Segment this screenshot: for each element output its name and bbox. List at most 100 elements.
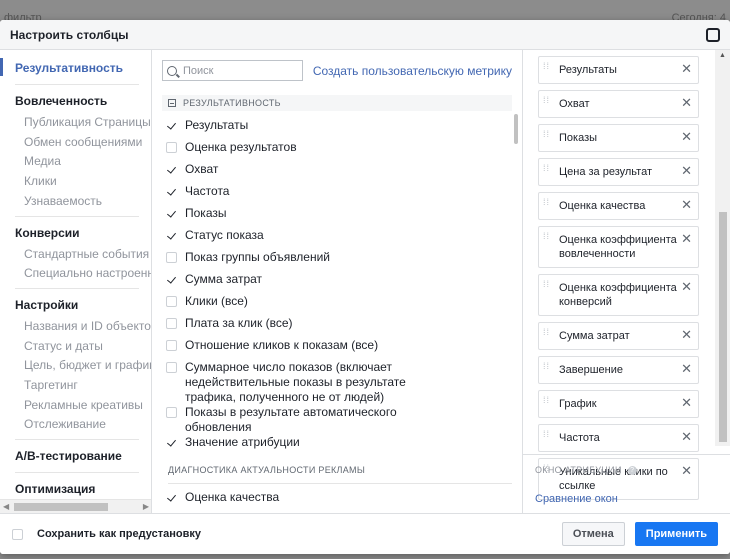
selected-column-item[interactable]: ⁞⁞ Результаты ✕ <box>538 56 699 84</box>
selected-column-item[interactable]: ⁞⁞ Завершение ✕ <box>538 356 699 384</box>
metric-checkbox[interactable] <box>166 186 177 197</box>
selected-column-item[interactable]: ⁞⁞ Частота ✕ <box>538 424 699 452</box>
metric-checkbox[interactable] <box>166 208 177 219</box>
scroll-right-icon[interactable]: ▶ <box>143 502 149 511</box>
nav-item[interactable]: Отслеживание <box>0 415 151 435</box>
metric-option[interactable]: Отношение кликов к показам (все) <box>166 338 522 360</box>
nav-section[interactable]: Конверсии <box>0 221 151 245</box>
remove-icon[interactable]: ✕ <box>681 96 692 109</box>
nav-section[interactable]: Вовлеченность <box>0 89 151 113</box>
compare-windows-link[interactable]: Сравнение окон <box>535 493 730 505</box>
nav-item[interactable]: Стандартные события <box>0 245 151 265</box>
metric-option[interactable]: Значение атрибуции <box>166 435 522 457</box>
metric-checkbox[interactable] <box>166 362 177 373</box>
scroll-up-icon[interactable]: ▲ <box>719 52 726 59</box>
collapse-icon[interactable] <box>168 99 176 107</box>
nav-section[interactable]: Результативность <box>0 56 151 80</box>
drag-handle-icon[interactable]: ⁞⁞ <box>543 396 551 405</box>
selected-column-item[interactable]: ⁞⁞ Охват ✕ <box>538 90 699 118</box>
remove-icon[interactable]: ✕ <box>681 280 692 293</box>
remove-icon[interactable]: ✕ <box>681 396 692 409</box>
metric-checkbox[interactable] <box>166 437 177 448</box>
nav-item[interactable]: Статус и даты <box>0 337 151 357</box>
metric-checkbox[interactable] <box>166 142 177 153</box>
nav-item[interactable]: Медиа <box>0 152 151 172</box>
drag-handle-icon[interactable]: ⁞⁞ <box>543 430 551 439</box>
selected-column-item[interactable]: ⁞⁞ Показы ✕ <box>538 124 699 152</box>
selected-column-item[interactable]: ⁞⁞ Сумма затрат ✕ <box>538 322 699 350</box>
drag-handle-icon[interactable]: ⁞⁞ <box>543 198 551 207</box>
drag-handle-icon[interactable]: ⁞⁞ <box>543 362 551 371</box>
metric-checkbox[interactable] <box>166 296 177 307</box>
scroll-left-icon[interactable]: ◀ <box>3 502 9 511</box>
remove-icon[interactable]: ✕ <box>681 328 692 341</box>
metric-checkbox[interactable] <box>166 252 177 263</box>
metric-checkbox[interactable] <box>166 274 177 285</box>
scrollbar-thumb[interactable] <box>719 212 727 442</box>
nav-section[interactable]: Оптимизация <box>0 477 151 501</box>
nav-horizontal-scrollbar[interactable]: ◀ ▶ <box>0 499 151 513</box>
nav-item[interactable]: Клики <box>0 172 151 192</box>
drag-handle-icon[interactable]: ⁞⁞ <box>543 130 551 139</box>
save-preset-checkbox[interactable] <box>12 528 23 540</box>
metric-option[interactable]: Частота <box>166 184 522 206</box>
nav-item[interactable]: Специально настроенные <box>0 264 151 284</box>
nav-item[interactable]: Обмен сообщениями <box>0 133 151 153</box>
selected-column-item[interactable]: ⁞⁞ График ✕ <box>538 390 699 418</box>
remove-icon[interactable]: ✕ <box>681 164 692 177</box>
drag-handle-icon[interactable]: ⁞⁞ <box>543 328 551 337</box>
selected-columns-scrollbar[interactable]: ▲ <box>715 50 730 446</box>
remove-icon[interactable]: ✕ <box>681 430 692 443</box>
metric-checkbox[interactable] <box>166 318 177 329</box>
scrollbar-thumb[interactable] <box>14 503 108 511</box>
group-header-performance[interactable]: РЕЗУЛЬТАТИВНОСТЬ <box>162 95 512 111</box>
metric-checkbox[interactable] <box>166 407 177 418</box>
metric-option[interactable]: Показ группы объявлений <box>166 250 522 272</box>
search-input[interactable]: Поиск <box>162 60 303 81</box>
nav-item[interactable]: Узнаваемость <box>0 192 151 212</box>
metric-option[interactable]: Охват <box>166 162 522 184</box>
drag-handle-icon[interactable]: ⁞⁞ <box>543 280 551 289</box>
remove-icon[interactable]: ✕ <box>681 198 692 211</box>
metric-checkbox[interactable] <box>166 164 177 175</box>
remove-icon[interactable]: ✕ <box>681 130 692 143</box>
drag-handle-icon[interactable]: ⁞⁞ <box>543 164 551 173</box>
metric-option[interactable]: Показы в результате автоматического обно… <box>166 405 522 435</box>
close-icon[interactable] <box>706 27 720 42</box>
nav-item[interactable]: Публикация Страницы <box>0 113 151 133</box>
nav-item[interactable]: Цель, бюджет и график <box>0 356 151 376</box>
metric-option[interactable]: Статус показа <box>166 228 522 250</box>
drag-handle-icon[interactable]: ⁞⁞ <box>543 62 551 71</box>
metric-checkbox[interactable] <box>166 340 177 351</box>
selected-column-item[interactable]: ⁞⁞ Оценка коэффициента конверсий ✕ <box>538 274 699 316</box>
drag-handle-icon[interactable]: ⁞⁞ <box>543 232 551 241</box>
metric-checkbox[interactable] <box>166 230 177 241</box>
metric-option[interactable]: Оценка качества <box>166 490 522 512</box>
create-custom-metric-link[interactable]: Создать пользовательскую метрику <box>313 64 512 78</box>
info-icon[interactable]: ? <box>627 465 637 475</box>
nav-item[interactable]: Таргетинг <box>0 376 151 396</box>
metrics-scrollbar[interactable] <box>514 114 518 144</box>
metric-option[interactable]: Оценка результатов <box>166 140 522 162</box>
selected-column-item[interactable]: ⁞⁞ Цена за результат ✕ <box>538 158 699 186</box>
apply-button[interactable]: Применить <box>634 522 718 546</box>
metric-option[interactable]: Суммарное число показов (включает недейс… <box>166 360 522 405</box>
metric-option[interactable]: Сумма затрат <box>166 272 522 294</box>
drag-handle-icon[interactable]: ⁞⁞ <box>543 96 551 105</box>
selected-column-item[interactable]: ⁞⁞ Оценка коэффициента вовлеченности ✕ <box>538 226 699 268</box>
nav-section[interactable]: A/B-тестирование <box>0 444 151 468</box>
metric-option[interactable]: Показы <box>166 206 522 228</box>
metric-option[interactable]: Плата за клик (все) <box>166 316 522 338</box>
metric-checkbox[interactable] <box>166 120 177 131</box>
nav-section[interactable]: Настройки <box>0 293 151 317</box>
remove-icon[interactable]: ✕ <box>681 232 692 245</box>
metric-checkbox[interactable] <box>166 492 177 503</box>
nav-item[interactable]: Рекламные креативы <box>0 396 151 416</box>
metric-option[interactable]: Результаты <box>166 118 522 140</box>
save-preset-label[interactable]: Сохранить как предустановку <box>37 528 201 540</box>
metric-option[interactable]: Клики (все) <box>166 294 522 316</box>
selected-column-item[interactable]: ⁞⁞ Оценка качества ✕ <box>538 192 699 220</box>
cancel-button[interactable]: Отмена <box>561 522 625 546</box>
remove-icon[interactable]: ✕ <box>681 362 692 375</box>
remove-icon[interactable]: ✕ <box>681 62 692 75</box>
